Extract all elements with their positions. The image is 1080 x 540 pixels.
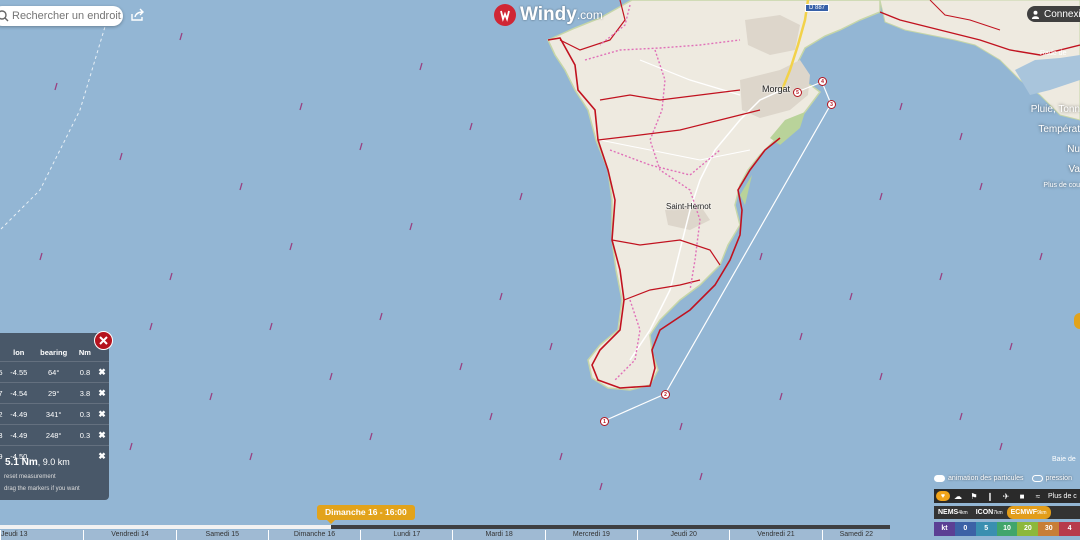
particles-toggle[interactable] [934, 475, 945, 482]
col-header-nm: Nm [78, 347, 91, 357]
place-saint-hernot: Saint-Hernot [666, 202, 711, 211]
total-nm: 5.1 Nm [5, 457, 38, 468]
overlay-item-rain[interactable]: Pluie, Tonn [1031, 100, 1080, 120]
reset-measurement-link[interactable]: reset measurement [4, 474, 56, 480]
table-row: 2 -4.49 341° 0.3 ✖ [0, 403, 109, 425]
place-morgat: Morgat [762, 84, 791, 94]
windy-logo[interactable]: Windy .com [494, 4, 603, 26]
overlay-menu: Pluie, Tonn Températ Nu Va Plus de cou [1031, 100, 1080, 192]
timeline-day[interactable]: Samedi 15 [175, 530, 268, 540]
timeline-day[interactable]: Samedi 22 [821, 530, 890, 540]
flag-icon[interactable]: ⚑ [966, 492, 982, 501]
total-km: , 9.0 km [37, 457, 70, 467]
measurement-table: lon bearing Nm 5 -4.55 64° 0.8 ✖ 7 -4.54… [0, 343, 109, 466]
route-marker-2[interactable]: 2 [661, 390, 670, 399]
col-header-lon: lon [13, 347, 25, 357]
layer-toolbar: ♥ ☁ ⚑ ❙ ✈ ■ ≈ Plus de c [934, 489, 1080, 503]
login-label: Connexion [1044, 8, 1080, 20]
measurement-total: 5.1 Nm, 9.0 km [5, 457, 70, 468]
water-label-1: Rade de [1040, 50, 1067, 57]
legend-value: 4 [1059, 522, 1080, 536]
user-icon [1031, 10, 1040, 19]
col-header-bearing: bearing [40, 347, 68, 357]
legend-value: 10 [996, 522, 1018, 536]
route-marker-1[interactable]: 1 [600, 417, 609, 426]
close-icon [99, 336, 108, 345]
measurement-panel: lon bearing Nm 5 -4.55 64° 0.8 ✖ 7 -4.54… [0, 333, 109, 500]
windy-logo-icon [494, 4, 516, 26]
animation-toggles: animation des particules pression [934, 475, 1072, 482]
overlay-item-temperature[interactable]: Températ [1031, 120, 1080, 140]
table-row: 7 -4.54 29° 3.8 ✖ [0, 382, 109, 404]
map-canvas[interactable] [0, 0, 1080, 540]
wind-icon[interactable]: ≈ [1030, 492, 1046, 501]
legend-value: 30 [1038, 522, 1060, 536]
pressure-label: pression [1045, 475, 1072, 482]
logo-text: Windy [520, 4, 577, 25]
search-icon [0, 10, 9, 22]
search-bar[interactable] [0, 6, 123, 26]
legend-unit[interactable]: kt [934, 522, 955, 536]
more-layers-link[interactable]: Plus de c [1048, 493, 1077, 500]
logo-domain: .com [576, 8, 603, 22]
remove-point-icon[interactable]: ✖ [95, 403, 109, 425]
temperature-icon[interactable]: ❙ [982, 492, 998, 501]
water-label-2: Baie de [1052, 456, 1076, 463]
timeline-day[interactable]: Lundi 17 [360, 530, 452, 540]
remove-point-icon[interactable]: ✖ [95, 361, 109, 383]
route-marker-3[interactable]: 3 [827, 100, 836, 109]
timeline-current-time[interactable]: Dimanche 16 - 16:00 [317, 505, 415, 524]
route-marker-4[interactable]: 4 [818, 77, 827, 86]
model-selector: NEMS4km ICON7km ECMWF9km [934, 506, 1080, 519]
table-row: 5 -4.55 64° 0.8 ✖ [0, 361, 109, 383]
timeline-progress [0, 525, 331, 529]
table-row: 3 -4.49 248° 0.3 ✖ [0, 424, 109, 446]
drag-hint: drag the markers if you want [4, 486, 80, 492]
overlay-item-waves[interactable]: Va [1031, 160, 1080, 180]
legend-value: 0 [954, 522, 976, 536]
legend-value: 20 [1017, 522, 1039, 536]
login-button[interactable]: Connexion [1027, 6, 1080, 22]
route-marker-5[interactable]: 5 [793, 88, 802, 97]
particles-label: animation des particules [948, 475, 1024, 482]
close-measurement-button[interactable] [94, 331, 113, 350]
remove-point-icon[interactable]: ✖ [95, 424, 109, 446]
timeline-day[interactable]: Vendredi 14 [83, 530, 175, 540]
webcam-icon[interactable]: ■ [1014, 492, 1030, 501]
airplane-icon[interactable]: ✈ [998, 492, 1014, 501]
timeline-days: Jeudi 13 Vendredi 14 Samedi 15 Dimanche … [0, 530, 890, 540]
side-handle[interactable] [1074, 313, 1080, 329]
pressure-toggle[interactable] [1031, 475, 1043, 482]
model-icon[interactable]: ICON7km [972, 506, 1007, 519]
road-label: D 887 [805, 4, 830, 12]
favorite-heart-icon[interactable]: ♥ [936, 491, 950, 501]
timeline-day[interactable]: Jeudi 13 [0, 530, 83, 540]
legend-value: 5 [975, 522, 997, 536]
timeline-day[interactable]: Mardi 18 [452, 530, 544, 540]
overlay-more-layers[interactable]: Plus de cou [1031, 180, 1080, 192]
search-input[interactable] [10, 10, 122, 22]
model-nems[interactable]: NEMS4km [934, 506, 972, 519]
weather-icon[interactable]: ☁ [950, 492, 966, 501]
timeline-day[interactable]: Mercredi 19 [544, 530, 637, 540]
timeline-day[interactable]: Vendredi 21 [729, 530, 821, 540]
model-ecmwf[interactable]: ECMWF9km [1006, 506, 1051, 519]
share-icon[interactable] [130, 8, 146, 22]
timeline-day[interactable]: Jeudi 20 [637, 530, 729, 540]
wind-legend: kt 0 5 10 20 30 4 [934, 522, 1080, 536]
remove-point-icon[interactable]: ✖ [95, 445, 109, 466]
remove-point-icon[interactable]: ✖ [95, 382, 109, 404]
overlay-item-clouds[interactable]: Nu [1031, 140, 1080, 160]
timeline-day[interactable]: Dimanche 16 [267, 530, 360, 540]
timeline[interactable]: Jeudi 13 Vendredi 14 Samedi 15 Dimanche … [0, 522, 890, 540]
